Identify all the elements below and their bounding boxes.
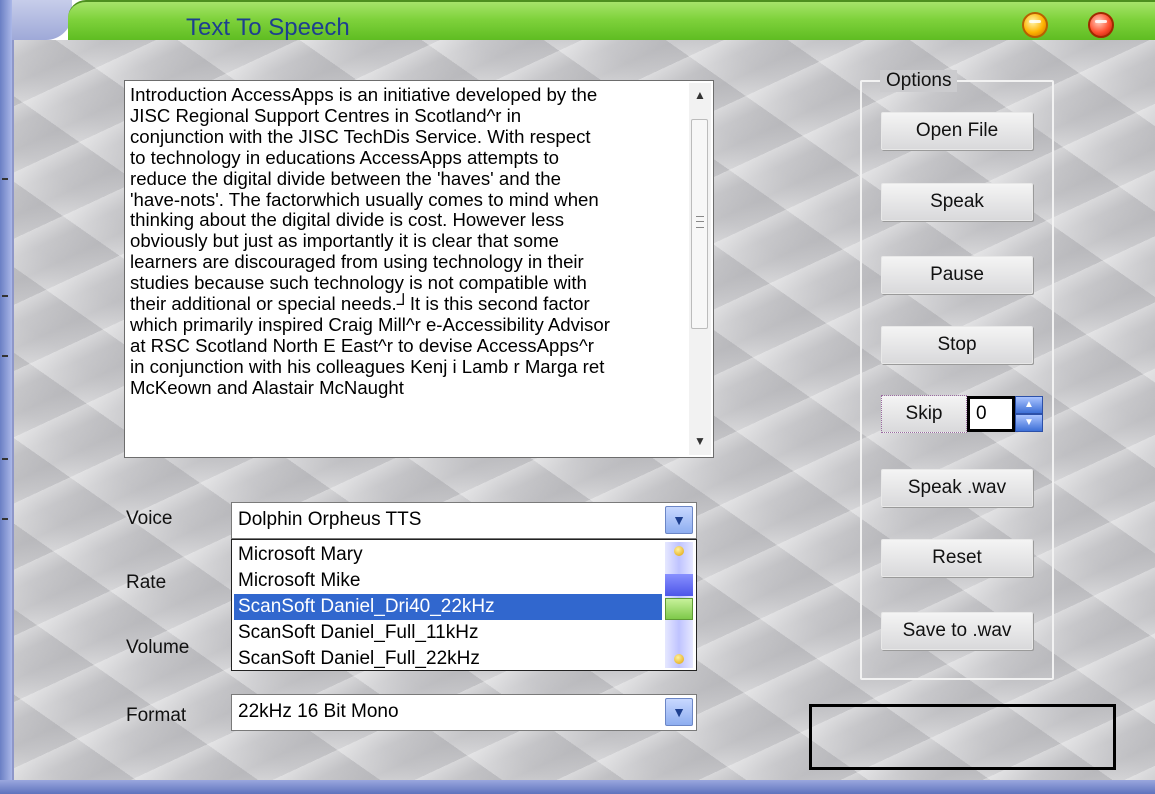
minimize-orb-icon[interactable] bbox=[1022, 12, 1048, 38]
edge-mark bbox=[2, 295, 8, 297]
skip-count-field[interactable]: 0 bbox=[967, 396, 1015, 432]
text-line: learners are discouraged from using tech… bbox=[130, 251, 584, 273]
format-select[interactable]: 22kHz 16 Bit Mono ▼ bbox=[231, 694, 697, 731]
text-line: thinking about the digital divide is cos… bbox=[130, 209, 565, 231]
text-scrollbar[interactable]: ▲ ▼ bbox=[689, 83, 711, 455]
voice-option[interactable]: Microsoft Mike bbox=[234, 568, 662, 594]
text-line: conjunction with the JISC TechDis Servic… bbox=[130, 125, 591, 147]
scroll-thumb[interactable] bbox=[691, 119, 708, 329]
open-file-button[interactable]: Open File bbox=[881, 112, 1033, 150]
text-line: reduce the digital divide between the 'h… bbox=[130, 167, 561, 189]
scroll-up-orb-icon[interactable] bbox=[674, 546, 684, 556]
triangle-up-icon[interactable]: ▲ bbox=[1015, 396, 1043, 414]
text-input-area[interactable]: Introduction AccessApps is an initiative… bbox=[124, 80, 714, 458]
options-group bbox=[860, 80, 1054, 680]
skip-button[interactable]: Skip bbox=[881, 395, 967, 433]
edge-mark bbox=[2, 518, 8, 520]
format-select-value: 22kHz 16 Bit Mono bbox=[238, 701, 399, 722]
pause-button[interactable]: Pause bbox=[881, 256, 1033, 294]
title-corner bbox=[12, 0, 72, 40]
text-line: at RSC Scotland North E East^r to devise… bbox=[130, 334, 594, 356]
scroll-up-icon[interactable]: ▲ bbox=[689, 85, 711, 105]
voice-option[interactable]: ScanSoft Daniel_Full_22kHz bbox=[234, 646, 662, 670]
window-title: Text To Speech bbox=[186, 14, 350, 41]
text-line: obviously but just as importantly it is … bbox=[130, 230, 559, 252]
options-legend: Options bbox=[880, 70, 958, 92]
status-box bbox=[809, 704, 1116, 770]
window-bottom-border bbox=[0, 780, 1155, 794]
text-line: which primarily inspired Craig Mill^r e-… bbox=[130, 313, 610, 335]
text-line: McKeown and Alastair McNaught bbox=[130, 376, 404, 398]
edge-mark bbox=[2, 458, 8, 460]
scroll-down-orb-icon[interactable] bbox=[674, 654, 684, 664]
scroll-down-icon[interactable]: ▼ bbox=[689, 431, 711, 451]
skip-spinner[interactable]: ▲ ▼ bbox=[1015, 396, 1043, 432]
chevron-down-icon[interactable]: ▼ bbox=[665, 506, 693, 534]
text-line: their additional or special needs.┘It is… bbox=[130, 293, 590, 315]
voice-select-value: Dolphin Orpheus TTS bbox=[238, 509, 422, 530]
chevron-down-icon[interactable]: ▼ bbox=[665, 698, 693, 726]
dropdown-scroll-thumb[interactable] bbox=[665, 598, 693, 620]
rate-label: Rate bbox=[126, 572, 167, 593]
voice-select[interactable]: Dolphin Orpheus TTS ▼ bbox=[231, 502, 697, 539]
scroll-track bbox=[665, 574, 693, 596]
text-line: to technology in educations AccessApps a… bbox=[130, 146, 559, 168]
stop-button[interactable]: Stop bbox=[881, 326, 1033, 364]
voice-dropdown-list[interactable]: Microsoft Mary Microsoft Mike ScanSoft D… bbox=[231, 539, 697, 671]
speak-wav-button[interactable]: Speak .wav bbox=[881, 469, 1033, 507]
triangle-down-icon[interactable]: ▼ bbox=[1015, 414, 1043, 432]
close-orb-icon[interactable] bbox=[1088, 12, 1114, 38]
save-to-wav-button[interactable]: Save to .wav bbox=[881, 612, 1033, 650]
tts-window: Text To Speech Introduction AccessApps i… bbox=[0, 0, 1155, 794]
title-bar[interactable]: Text To Speech bbox=[68, 0, 1155, 41]
text-line: Introduction AccessApps is an initiative… bbox=[130, 84, 598, 105]
speak-button[interactable]: Speak bbox=[881, 183, 1033, 221]
voice-option[interactable]: Microsoft Mary bbox=[234, 542, 662, 568]
reset-button[interactable]: Reset bbox=[881, 539, 1033, 577]
window-left-border bbox=[0, 0, 12, 794]
voice-option[interactable]: ScanSoft Daniel_Full_11kHz bbox=[234, 620, 662, 646]
edge-mark bbox=[2, 355, 8, 357]
text-line: JISC Regional Support Centres in Scotlan… bbox=[130, 104, 522, 126]
dropdown-scrollbar[interactable] bbox=[665, 542, 693, 668]
format-label: Format bbox=[126, 705, 187, 726]
text-line: 'have-nots'. The factorwhich usually com… bbox=[130, 188, 599, 210]
edge-mark bbox=[2, 178, 8, 180]
voice-option-selected[interactable]: ScanSoft Daniel_Dri40_22kHz bbox=[234, 594, 662, 620]
document-text: Introduction AccessApps is an initiative… bbox=[130, 84, 682, 399]
text-line: in conjunction with his colleagues Kenj … bbox=[130, 355, 605, 377]
volume-label: Volume bbox=[126, 637, 190, 658]
text-line: studies because such technology is not c… bbox=[130, 272, 587, 294]
grip-icon bbox=[696, 216, 704, 228]
voice-label: Voice bbox=[126, 508, 173, 529]
